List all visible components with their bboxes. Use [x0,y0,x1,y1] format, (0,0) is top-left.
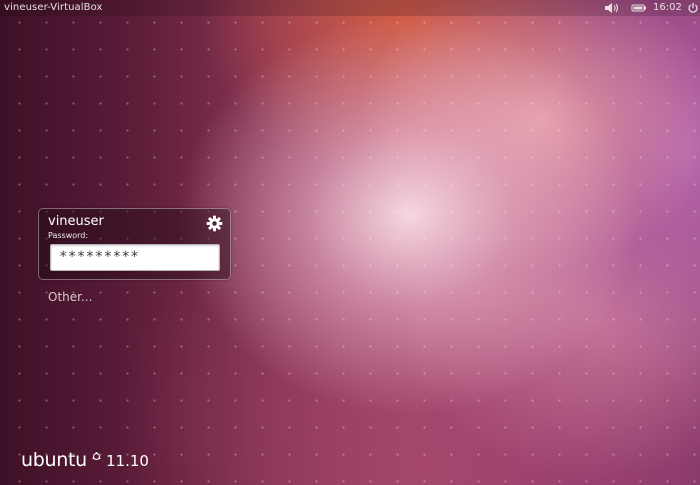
password-label: Password: [48,231,89,240]
ubuntu-version: 11.10 [106,452,149,470]
username-label[interactable]: vineuser [48,214,104,229]
hostname-label: vineuser-VirtualBox [4,2,103,13]
password-input[interactable]: ********* [50,244,220,271]
session-icon[interactable] [687,2,699,14]
battery-icon[interactable] [631,2,647,14]
top-panel: vineuser-VirtualBox 16:02 [0,0,700,16]
login-box: vineuser Password: ********* [38,208,231,280]
login-screen: vineuser-VirtualBox 16:02 vineuser Passw… [0,0,700,485]
other-user-link[interactable]: Other... [48,290,92,304]
password-value: ********* [59,249,140,265]
volume-icon[interactable] [604,2,620,14]
ubuntu-wordmark: ubuntu [21,449,87,471]
gear-icon[interactable] [206,215,223,232]
circle-of-friends-icon [92,452,101,461]
clock[interactable]: 16:02 [653,2,682,13]
